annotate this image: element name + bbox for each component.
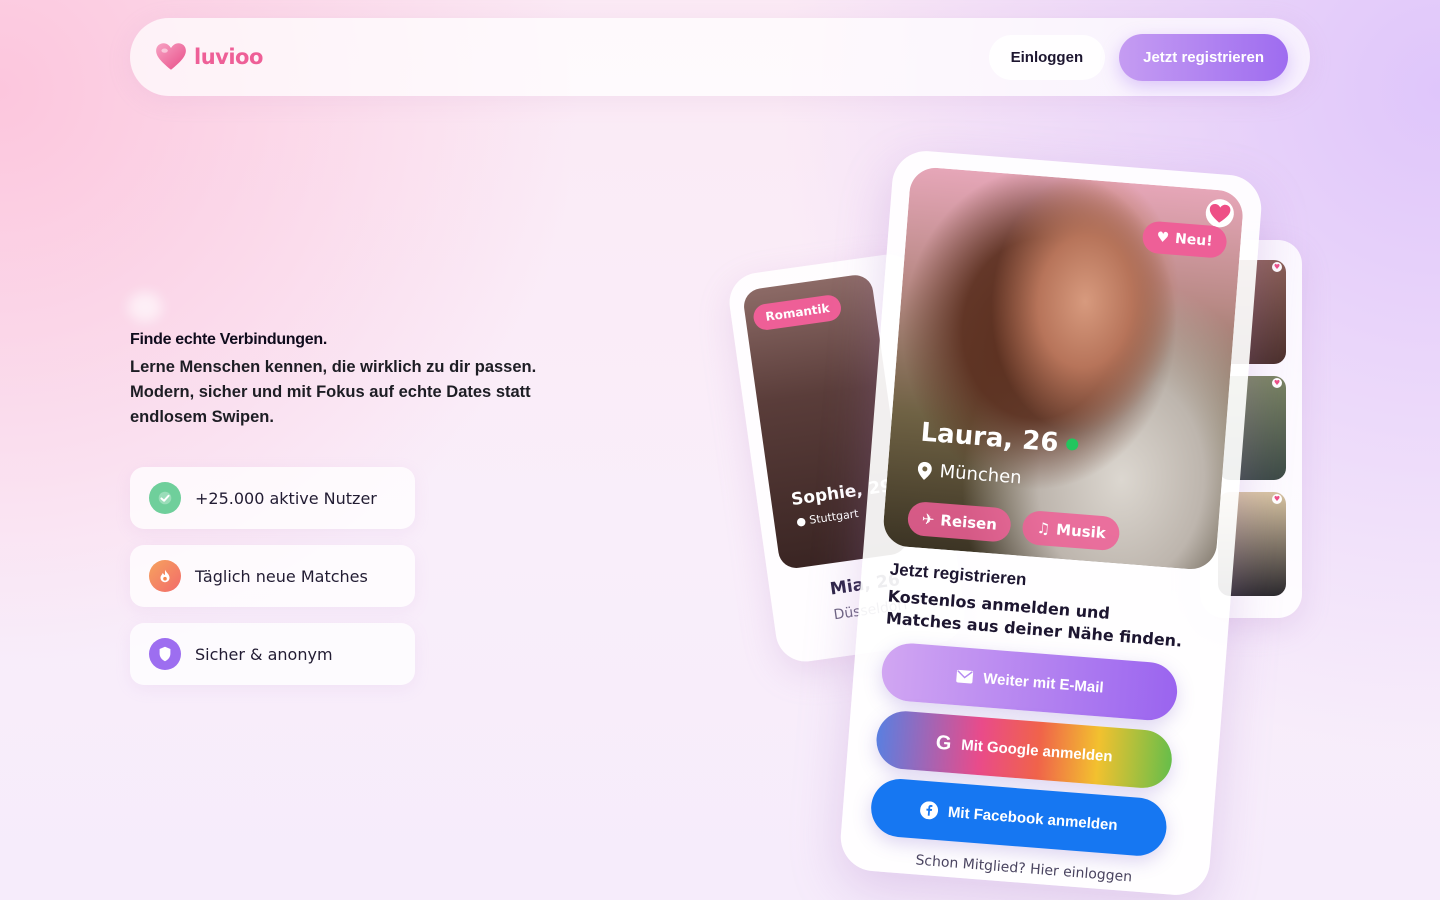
music-note-icon: ♫ (1036, 518, 1051, 538)
feature-list: +25.000 aktive Nutzer Täglich neue Match… (130, 467, 415, 701)
profile-city: München (917, 459, 1022, 489)
facebook-icon (920, 801, 939, 820)
new-badge: ♥ Neu! (1141, 220, 1228, 259)
flame-icon (149, 560, 181, 592)
interest-chips: ✈ Reisen ♫ Musik (906, 500, 1121, 552)
heart-logo-icon (156, 43, 186, 70)
interest-chip-travel[interactable]: ✈ Reisen (906, 500, 1013, 543)
facebook-signup-button[interactable]: Mit Facebook anmelden (868, 776, 1169, 858)
feature-item-matches: Täglich neue Matches (130, 545, 415, 607)
feature-item-users: +25.000 aktive Nutzer (130, 467, 415, 529)
heart-icon: ♥ (1272, 378, 1282, 388)
hero-description: Lerne Menschen kennen, die wirklich zu d… (130, 358, 537, 426)
profile-city: ● Stuttgart (795, 507, 860, 529)
airplane-icon: ✈ (921, 509, 936, 529)
feature-label: Täglich neue Matches (195, 566, 368, 586)
heart-icon: ♥ (1272, 494, 1282, 504)
feature-label: Sicher & anonym (195, 644, 333, 664)
login-button[interactable]: Einloggen (988, 34, 1106, 80)
top-navigation: luvioo Einloggen Jetzt registrieren (130, 18, 1310, 96)
brand-logo[interactable]: luvioo (154, 40, 263, 74)
hero-title: Finde echte Verbindungen. (130, 331, 327, 348)
feature-item-security: Sicher & anonym (130, 623, 415, 685)
tag-badge: Romantik (751, 293, 844, 332)
verified-check-icon (149, 482, 181, 514)
signup-title: Jetzt registrieren (889, 559, 1028, 590)
brand-name: luvioo (194, 45, 263, 69)
hero-text: Finde echte Verbindungen. Lerne Menschen… (130, 331, 570, 430)
profile-name: Laura, 26 (920, 418, 1080, 460)
email-signup-button[interactable]: Weiter mit E-Mail (879, 641, 1180, 723)
online-status-icon (1065, 437, 1079, 451)
mail-icon (955, 669, 973, 684)
location-pin-icon (917, 461, 932, 480)
feature-label: +25.000 aktive Nutzer (195, 488, 377, 508)
heart-icon: ♥ (1272, 262, 1282, 272)
heart-icon: ♥ (1155, 229, 1170, 247)
register-button[interactable]: Jetzt registrieren (1119, 33, 1288, 81)
profile-photo[interactable]: ♥ Neu! Laura, 26 München ✈ Reisen ♫ Musi… (881, 165, 1245, 571)
google-icon: G (934, 731, 953, 755)
shield-icon (149, 638, 181, 670)
login-link[interactable]: Schon Mitglied? Hier einloggen (839, 846, 1209, 891)
signup-card: ♥ Neu! Laura, 26 München ✈ Reisen ♫ Musi… (838, 148, 1264, 898)
signup-subtitle: Kostenlos anmelden und Matches aus deine… (885, 586, 1183, 651)
decorative-blob (128, 292, 162, 322)
interest-chip-music[interactable]: ♫ Musik (1021, 509, 1121, 552)
google-signup-button[interactable]: G Mit Google anmelden (874, 709, 1174, 791)
